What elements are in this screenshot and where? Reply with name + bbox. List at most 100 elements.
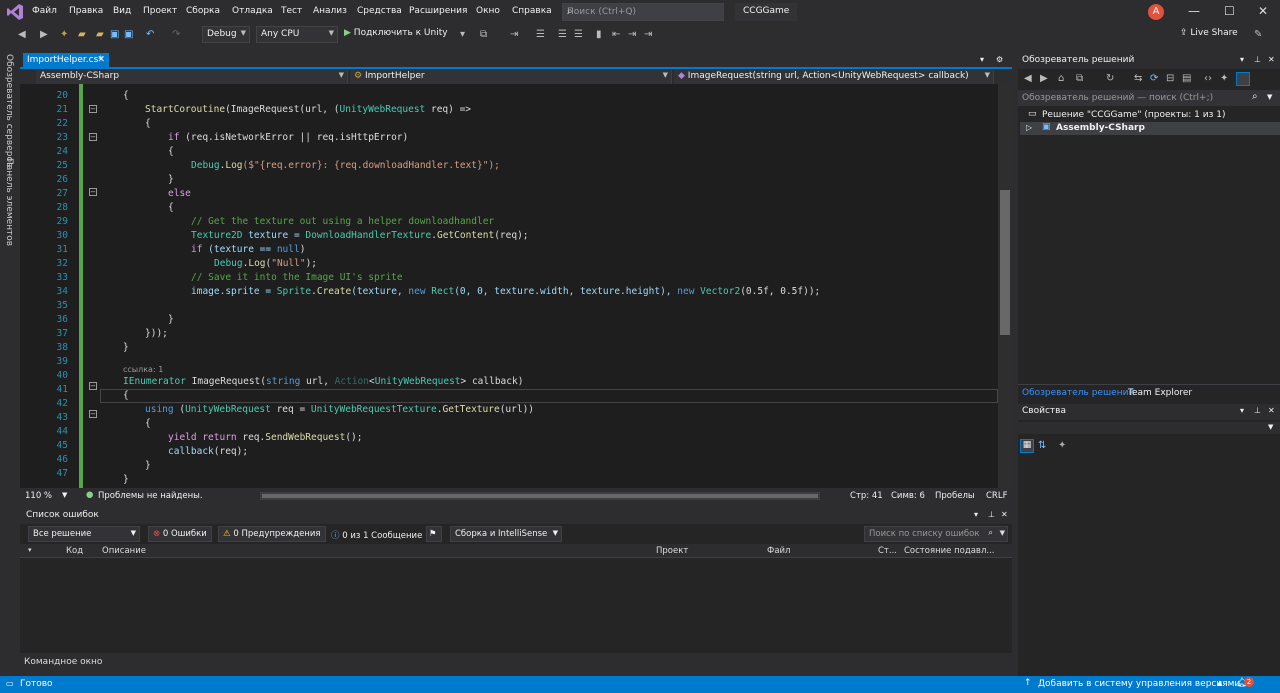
menu-edit[interactable]: Правка (69, 6, 103, 16)
code-view-icon[interactable]: ‹› (1204, 73, 1212, 84)
wrench-icon[interactable]: ✦ (1220, 73, 1228, 84)
save-icon[interactable]: ▣ (110, 29, 119, 40)
back-icon[interactable]: ◀ (1024, 73, 1032, 84)
column-header-project[interactable]: Проект (656, 546, 688, 556)
save-all-icon[interactable]: ▣ (124, 29, 133, 40)
fold-toggle-icon[interactable]: − (89, 188, 97, 196)
issues-status[interactable]: Проблемы не найдены. (98, 491, 203, 501)
fold-toggle-icon[interactable]: − (89, 133, 97, 141)
scope-select[interactable]: Все решение ▼ (28, 526, 140, 542)
errors-filter-button[interactable]: ⊗ 0 Ошибки (148, 526, 212, 542)
warnings-filter-button[interactable]: ⚠ 0 Предупреждения (218, 526, 326, 542)
bookmark-next-icon[interactable]: ⇥ (628, 29, 636, 40)
fold-toggle-icon[interactable]: − (89, 382, 97, 390)
collapse-all-icon[interactable]: ⊟ (1166, 73, 1174, 84)
new-item-icon[interactable]: ✦ (60, 29, 68, 40)
home-icon[interactable]: ⌂ (1058, 73, 1064, 84)
pin-icon[interactable]: ⊥ (1254, 55, 1261, 64)
menu-test[interactable]: Тест (281, 6, 302, 16)
outdent-icon[interactable]: ☰ (574, 29, 583, 40)
property-pages-icon[interactable]: ✦ (1058, 440, 1066, 451)
build-filter-select[interactable]: Сборка и IntelliSense ▼ (450, 526, 562, 542)
platform-select[interactable]: Any CPU ▼ (256, 26, 338, 43)
preview-icon[interactable] (1236, 72, 1250, 86)
solution-node[interactable]: Решение "CCGGame" (проекты: 1 из 1) (1042, 110, 1226, 120)
menu-file[interactable]: Файл (32, 6, 57, 16)
column-indicator[interactable]: Симв: 6 (891, 491, 925, 501)
close-icon[interactable]: ✕ (1258, 4, 1268, 18)
toolbox-tab[interactable]: Панель элементов (4, 158, 14, 246)
chevron-up-icon[interactable]: ▲ (1217, 679, 1222, 687)
pending-changes-icon[interactable]: ↻ (1106, 73, 1114, 84)
error-search-input[interactable]: Поиск по списку ошибок ⌕ ▼ (864, 526, 1008, 542)
sync-icon[interactable]: ⇆ (1134, 73, 1142, 84)
pin-icon[interactable]: ⊥ (988, 510, 995, 519)
menu-window[interactable]: Окно (476, 6, 500, 16)
attach-dropdown-icon[interactable]: ▾ (460, 29, 465, 40)
feedback-icon[interactable]: ✎ (1254, 29, 1262, 40)
whitespace-indicator[interactable]: Пробелы (935, 491, 975, 501)
menu-view[interactable]: Вид (113, 6, 131, 16)
run-button[interactable]: ▶ Подключить к Unity (344, 28, 448, 38)
sort-icon[interactable]: ▾ (28, 546, 32, 554)
properties-object-select[interactable]: ▼ (1018, 422, 1280, 434)
undo-icon[interactable]: ↶ (146, 29, 154, 40)
quick-search-input[interactable]: Поиск (Ctrl+Q) ⌕ (562, 3, 724, 21)
fold-toggle-icon[interactable]: − (89, 105, 97, 113)
show-all-files-icon[interactable]: ▤ (1182, 73, 1191, 84)
forward-icon[interactable]: ▶ (40, 29, 48, 40)
live-share-button[interactable]: ⇪ Live Share (1180, 28, 1238, 38)
tab-solution-explorer[interactable]: Обозреватель решений (1022, 388, 1134, 398)
bookmark-folder-icon[interactable]: ⇥ (644, 29, 652, 40)
line-indicator[interactable]: Стр: 41 (850, 491, 883, 501)
step-icon[interactable]: ⇥ (510, 29, 518, 40)
code-editor[interactable]: 20 21 22 23 24 25 26 27 28 29 30 31 32 33 34 35 36 37 38 39… (20, 84, 998, 488)
alphabetical-icon[interactable]: ⇅ (1038, 440, 1046, 451)
command-window-tab[interactable]: Командное окно (20, 655, 220, 671)
open-folder-icon[interactable]: ▰ (78, 29, 86, 40)
dropdown-icon[interactable]: ▾ (1240, 55, 1244, 64)
avatar[interactable]: A (1148, 4, 1164, 20)
format-icon[interactable]: ☰ (536, 29, 545, 40)
menu-build[interactable]: Сборка (186, 6, 220, 16)
server-explorer-tab[interactable]: Обозреватель серверов (4, 54, 14, 167)
menu-project[interactable]: Проект (143, 6, 177, 16)
dropdown-icon[interactable]: ▾ (974, 510, 978, 519)
eol-indicator[interactable]: CRLF (986, 491, 1007, 501)
dropdown-icon[interactable]: ▾ (1240, 406, 1244, 415)
categorized-icon[interactable]: ▦ (1020, 439, 1034, 453)
column-header-code[interactable]: Код (66, 546, 83, 556)
maximize-icon[interactable]: ☐ (1224, 4, 1235, 18)
close-icon[interactable]: ✕ (1268, 55, 1275, 64)
browser-link-icon[interactable]: ⧉ (480, 29, 487, 40)
expand-icon[interactable]: ▷ (1026, 123, 1032, 132)
pin-icon[interactable]: ⊥ (1254, 406, 1261, 415)
open-file-icon[interactable]: ▰ (96, 29, 104, 40)
refresh-icon[interactable]: ⟳ (1150, 73, 1158, 84)
project-node[interactable]: ▷ ▣ Assembly-CSharp (1020, 122, 1280, 135)
switch-views-icon[interactable]: ⧉ (1076, 73, 1083, 84)
filter-icon[interactable]: ⚑ (426, 526, 442, 542)
close-icon[interactable]: ✕ (1001, 510, 1008, 519)
bookmark-icon[interactable]: ▮ (596, 29, 602, 40)
zoom-select[interactable]: 110 % (25, 491, 52, 501)
visual-studio-logo-icon[interactable] (6, 3, 24, 21)
menu-tools[interactable]: Средства (357, 6, 402, 16)
back-icon[interactable]: ◀ (18, 29, 26, 40)
tab-overflow-icon[interactable]: ▾ (980, 55, 984, 64)
config-select[interactable]: Debug ▼ (202, 26, 250, 43)
minimize-icon[interactable]: — (1188, 4, 1200, 18)
menu-debug[interactable]: Отладка (232, 6, 273, 16)
solution-search-input[interactable]: Обозреватель решений — поиск (Ctrl+;) ⌕ … (1018, 90, 1280, 106)
menu-help[interactable]: Справка (512, 6, 552, 16)
bookmark-prev-icon[interactable]: ⇤ (612, 29, 620, 40)
column-header-line[interactable]: Ст... (878, 546, 897, 556)
source-control-button[interactable]: Добавить в систему управления версиями (1038, 679, 1240, 689)
tab-import-helper[interactable]: ImportHelper.cs* ✕ (23, 53, 109, 69)
chevron-down-icon[interactable]: ▼ (62, 491, 67, 499)
scrollbar-thumb[interactable] (262, 494, 818, 498)
member-nav-select[interactable]: ◆ ImageRequest(string url, Action<UnityW… (674, 70, 994, 84)
settings-icon[interactable]: ⚙ (996, 55, 1003, 64)
column-header-suppression[interactable]: Состояние подавл... (904, 546, 994, 556)
scrollbar-thumb[interactable] (1000, 190, 1010, 335)
